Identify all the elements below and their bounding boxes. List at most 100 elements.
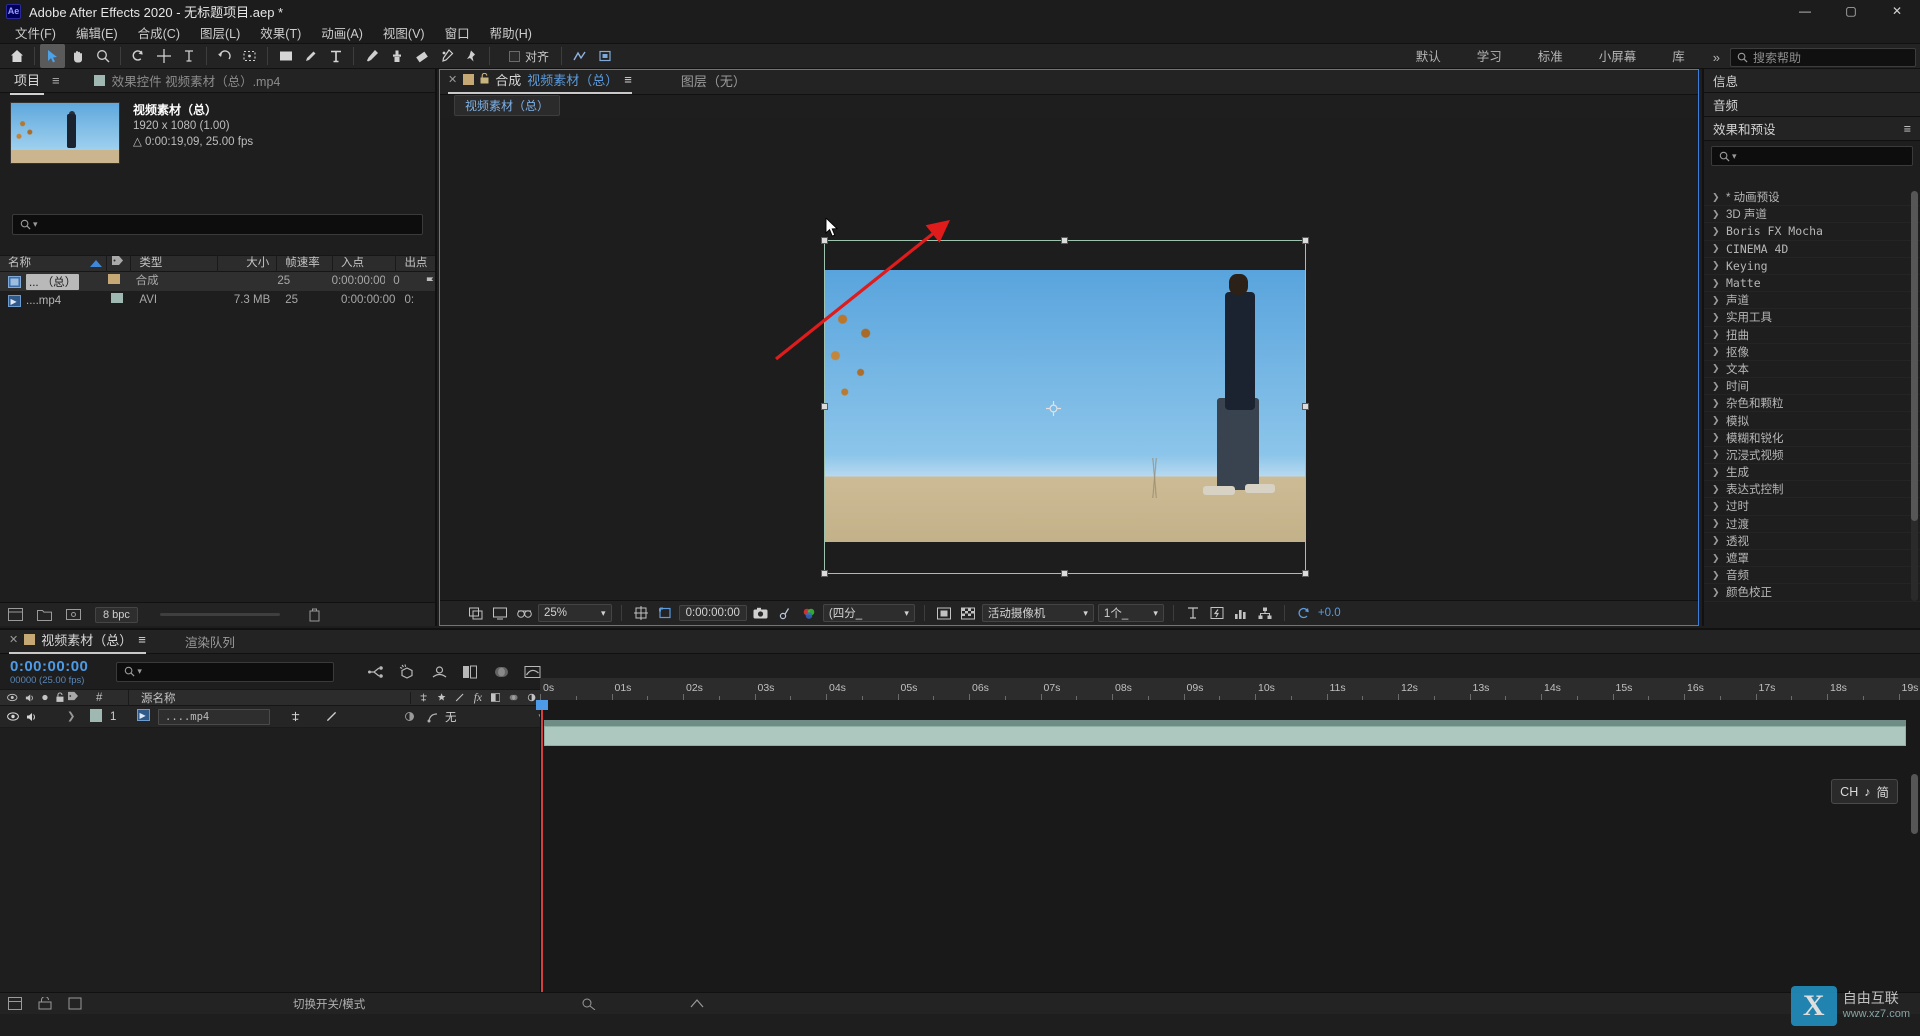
unified-camera-tool-icon[interactable] xyxy=(176,44,201,68)
lock-icon[interactable] xyxy=(480,72,489,87)
effects-list-item[interactable]: ❯风格化 xyxy=(1704,602,1920,605)
effects-scrollbar[interactable] xyxy=(1911,191,1918,601)
effects-list-item[interactable]: ❯ 杂色和颗粒 xyxy=(1704,395,1920,413)
effects-list-item[interactable]: ❯ 3D 声道 xyxy=(1704,206,1920,224)
chevron-right-icon[interactable]: ❯ xyxy=(1712,553,1720,564)
chevron-right-icon[interactable]: ❯ xyxy=(1712,209,1720,220)
effects-list-item[interactable]: ❯ 扭曲 xyxy=(1704,327,1920,344)
project-row-name-cell[interactable]: ▶ ....mp4 xyxy=(0,294,107,307)
zoom-tool-icon[interactable] xyxy=(90,44,115,68)
chevron-right-icon[interactable]: ❯ xyxy=(1712,226,1720,237)
chevron-right-icon[interactable]: ❯ xyxy=(1712,467,1720,478)
effects-list-item[interactable]: ❯ 颜色校正 xyxy=(1704,584,1920,602)
current-time-field[interactable]: 0:00:00:00 xyxy=(678,605,747,621)
timeline-graph-icon[interactable] xyxy=(1231,603,1251,623)
zoom-level-select[interactable]: 25% ▾ xyxy=(538,604,612,622)
comp-flowchart-icon[interactable] xyxy=(1255,603,1275,623)
project-panel-menu-icon[interactable]: ≡ xyxy=(52,73,60,88)
pixel-aspect-correction-icon[interactable] xyxy=(1183,603,1203,623)
effects-list-item[interactable]: ❯ 时间 xyxy=(1704,378,1920,396)
close-icon[interactable]: ✕ xyxy=(448,73,457,86)
workspace-learn[interactable]: 学习 xyxy=(1459,44,1520,70)
menu-effect[interactable]: 效果(T) xyxy=(251,21,310,44)
composition-stage[interactable] xyxy=(440,118,1698,599)
timeline-graph-icon[interactable] xyxy=(68,997,82,1010)
chevron-right-icon[interactable]: ❯ xyxy=(1712,278,1720,289)
effects-list-item[interactable]: ❯ * 动画预设 xyxy=(1704,189,1920,207)
effects-list-item[interactable]: ❯ Boris FX Mocha xyxy=(1704,223,1920,241)
menu-composition[interactable]: 合成(C) xyxy=(129,21,189,44)
color-depth-button[interactable]: 8 bpc xyxy=(95,606,138,623)
rectangle-tool-icon[interactable] xyxy=(273,44,298,68)
transparency-grid-off-icon[interactable] xyxy=(934,603,954,623)
project-row-name-cell[interactable]: ... （总） xyxy=(0,273,104,290)
effects-search-input[interactable]: ▾ xyxy=(1711,146,1913,166)
brush-tool-icon[interactable] xyxy=(359,44,384,68)
reset-exposure-icon[interactable] xyxy=(1294,603,1314,623)
table-row[interactable]: ... （总） 合成 25 0:00:00:00 0 xyxy=(0,272,435,291)
timeline-source-name-header[interactable]: 源名称 xyxy=(128,689,410,706)
effects-list-item[interactable]: ❯ 遮罩 xyxy=(1704,550,1920,568)
puppet-pin-tool-icon[interactable] xyxy=(459,44,484,68)
help-search-input[interactable]: 搜索帮助 xyxy=(1730,47,1916,67)
column-size[interactable]: 大小 xyxy=(218,255,278,272)
layer-source-name[interactable]: ....mp4 xyxy=(158,708,270,725)
chevron-right-icon[interactable]: ❯ xyxy=(1712,312,1720,323)
audio-panel-header[interactable]: 音频 xyxy=(1704,93,1920,117)
effects-list-item[interactable]: ❯ 沉浸式视频 xyxy=(1704,447,1920,464)
selection-handle-bc[interactable] xyxy=(1061,570,1068,577)
snap-toggle[interactable]: 对齐 xyxy=(509,48,549,65)
anchor-point-tool-icon[interactable] xyxy=(151,44,176,68)
search-dropdown-icon[interactable]: ▾ xyxy=(33,219,38,230)
graph-editor-icon[interactable] xyxy=(524,665,541,679)
timeline-search-input[interactable]: ▾ xyxy=(116,661,335,682)
timeline-ruler[interactable]: 0s 01s 02s 03s 04s 05s 06s 07s 08s 09s 10s 11s 12s 13… xyxy=(540,678,1920,700)
selection-handle-tc[interactable] xyxy=(1061,237,1068,244)
eraser-tool-icon[interactable] xyxy=(409,44,434,68)
tab-layer[interactable]: 图层（无） xyxy=(681,71,746,93)
effects-list-item[interactable]: ❯ 模拟 xyxy=(1704,412,1920,430)
views-select[interactable]: 1个_ ▾ xyxy=(1097,604,1164,622)
resolution-select[interactable]: (四分_ ▾ xyxy=(822,604,915,622)
menu-view[interactable]: 视图(V) xyxy=(374,21,434,44)
chevron-right-icon[interactable]: ❯ xyxy=(1712,381,1720,392)
composition-panel-menu-icon[interactable]: ≡ xyxy=(624,72,632,87)
menu-window[interactable]: 窗口 xyxy=(436,21,479,44)
current-time-indicator[interactable] xyxy=(536,700,548,1014)
project-row-label[interactable] xyxy=(104,272,127,291)
timeline-zoom-out-icon[interactable] xyxy=(581,997,597,1010)
chevron-right-icon[interactable]: ❯ xyxy=(1712,363,1720,374)
fast-previews-icon[interactable] xyxy=(1207,603,1227,623)
effects-list-item[interactable]: ❯ 音频 xyxy=(1704,567,1920,585)
layer-switches[interactable] xyxy=(0,712,64,722)
timeline-zoom-slider-icon[interactable] xyxy=(689,997,705,1010)
timeline-vertical-scrollbar[interactable] xyxy=(1911,774,1918,834)
toggle-switches-label[interactable]: 切换开关/模式 xyxy=(293,996,365,1012)
chevron-right-icon[interactable]: ❯ xyxy=(1712,243,1720,254)
selection-handle-bl[interactable] xyxy=(821,570,828,577)
chevron-right-icon[interactable]: ❯ xyxy=(1712,432,1720,443)
chevron-right-icon[interactable]: ❯ xyxy=(1712,570,1720,581)
channel-rgb-icon[interactable] xyxy=(799,603,819,623)
effects-list-item[interactable]: ❯ 过渡 xyxy=(1704,516,1920,533)
project-search-input[interactable]: ▾ xyxy=(12,214,423,235)
chevron-right-icon[interactable]: ❯ xyxy=(1712,346,1720,357)
chevron-right-icon[interactable]: ❯ xyxy=(1712,535,1720,546)
timeline-panel-menu-icon[interactable]: ≡ xyxy=(138,632,146,647)
chevron-right-icon[interactable]: ❯ xyxy=(1712,329,1720,340)
workspace-default[interactable]: 默认 xyxy=(1398,44,1459,70)
chevron-right-icon[interactable]: ❯ xyxy=(1712,398,1720,409)
region-of-interest-icon[interactable] xyxy=(237,44,262,68)
region-of-interest-icon[interactable] xyxy=(655,603,675,623)
quality-icon[interactable] xyxy=(326,711,337,722)
enable-motion-blur-icon[interactable] xyxy=(493,665,510,679)
effects-list-item[interactable]: ❯ Keying xyxy=(1704,258,1920,275)
timeline-track-area[interactable] xyxy=(536,700,1920,1014)
always-preview-icon[interactable] xyxy=(466,603,486,623)
effects-list-item[interactable]: ❯ 表达式控制 xyxy=(1704,481,1920,499)
home-icon[interactable] xyxy=(4,44,29,68)
chevron-right-icon[interactable]: ❯ xyxy=(1712,484,1720,495)
effects-and-presets-list[interactable]: ❯ * 动画预设 ❯ 3D 声道 ❯ Boris FX Mocha ❯ CINEMA 4D ❯ K… xyxy=(1704,189,1920,604)
effects-list-item[interactable]: ❯ Matte xyxy=(1704,275,1920,293)
new-folder-icon[interactable] xyxy=(37,608,52,621)
